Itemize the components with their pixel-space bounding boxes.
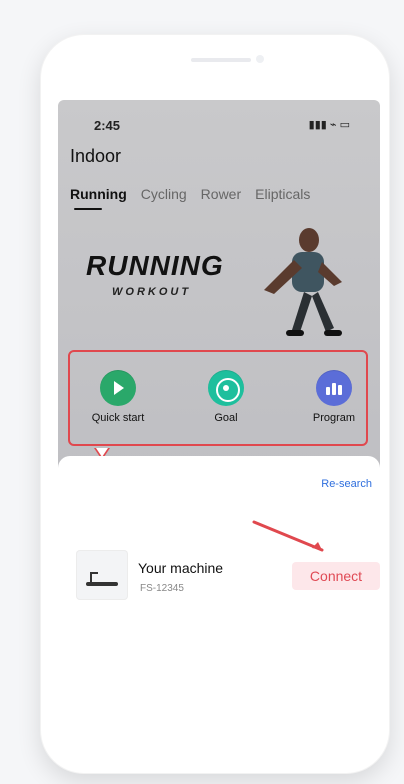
target-icon [208, 370, 244, 406]
front-camera [256, 55, 264, 63]
target-dot [223, 385, 229, 391]
program-button[interactable]: Program [294, 356, 374, 424]
play-icon [100, 370, 136, 406]
device-sheet: Re-search Your machine FS-12345 Connect [58, 456, 380, 720]
quick-start-button[interactable]: Quick start [78, 356, 158, 424]
annotation-arrow-icon [252, 520, 324, 552]
activity-tabs: Running Cycling Rower Elipticals [70, 186, 310, 202]
program-bar-1 [326, 387, 330, 395]
hero-banner: RUNNING WORKOUT [58, 220, 380, 370]
tab-elipticals[interactable]: Elipticals [255, 186, 310, 202]
hero-headline: RUNNING [86, 250, 224, 281]
program-bars [326, 381, 342, 395]
speaker-grill [191, 58, 251, 62]
play-glyph [114, 381, 124, 395]
program-label: Program [312, 412, 356, 424]
status-icons: ▮▮▮ ⌁ ▭ [309, 118, 350, 131]
canvas: 2:45 ▮▮▮ ⌁ ▭ Indoor Running Cycling Rowe… [0, 0, 404, 784]
action-row: Quick start Goal Program [68, 356, 364, 436]
tab-rower[interactable]: Rower [201, 186, 241, 202]
active-tab-indicator [74, 208, 102, 210]
status-time: 2:45 [94, 118, 121, 133]
program-bar-2 [332, 383, 336, 395]
page-title: Indoor [70, 146, 122, 166]
machine-serial: FS-12345 [140, 583, 184, 594]
signal-icon: ▮▮▮ [308, 119, 327, 131]
machine-name: Your machine [138, 560, 224, 576]
quick-start-label: Quick start [91, 412, 145, 424]
hero-subtitle: WORKOUT [112, 286, 192, 298]
goal-button[interactable]: Goal [186, 356, 266, 424]
research-link[interactable]: Re-search [321, 478, 372, 490]
tab-cycling[interactable]: Cycling [141, 186, 187, 202]
tab-running[interactable]: Running [70, 186, 127, 202]
treadmill-icon [76, 550, 128, 600]
treadmill-glyph [86, 572, 118, 586]
runner-illustration [264, 228, 342, 336]
connect-button[interactable]: Connect [292, 562, 380, 590]
app-screen: 2:45 ▮▮▮ ⌁ ▭ Indoor Running Cycling Rowe… [58, 100, 380, 720]
battery-icon: ▭ [339, 119, 350, 131]
program-bar-3 [338, 385, 342, 395]
program-icon [316, 370, 352, 406]
wifi-icon: ⌁ [329, 119, 337, 131]
goal-label: Goal [214, 412, 238, 424]
